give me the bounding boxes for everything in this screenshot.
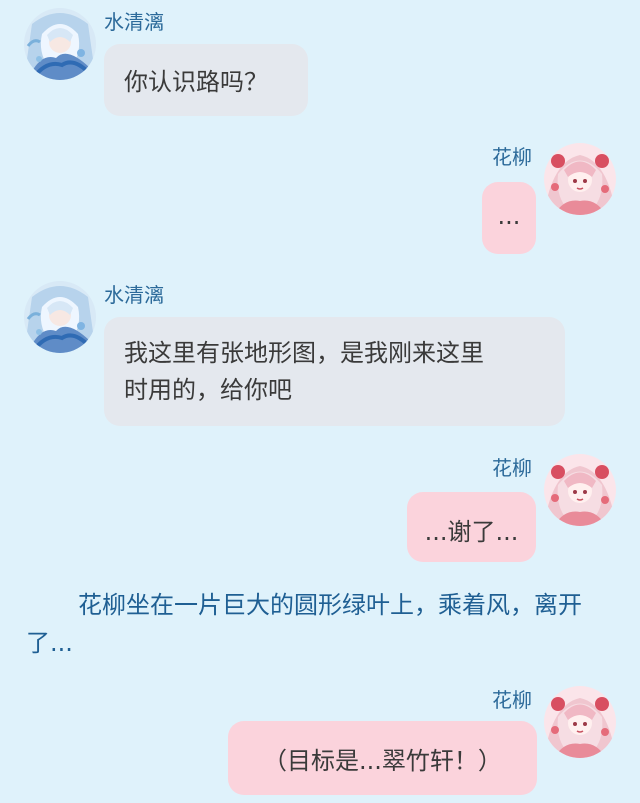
right-speaker-name: 花柳 <box>492 145 532 169</box>
left-speaker-name: 水清漓 <box>104 283 164 307</box>
message-bubble-right: ... <box>482 182 536 254</box>
right-speaker-name: 花柳 <box>492 456 532 480</box>
right-speaker-name: 花柳 <box>492 688 532 712</box>
message-text: （目标是...翠竹轩！） <box>263 747 502 775</box>
message-text-line-1: 我这里有张地形图，是我刚来这里 <box>124 339 484 367</box>
message-bubble-right: （目标是...翠竹轩！） <box>228 721 537 795</box>
message-text-line-2: 时用的，给你吧 <box>124 376 292 404</box>
character-avatar-blue-icon <box>24 281 96 353</box>
character-avatar-pink-icon <box>544 143 616 215</box>
left-speaker-name: 水清漓 <box>104 10 164 34</box>
message-bubble-left: 我这里有张地形图，是我刚来这里 时用的，给你吧 <box>104 317 565 426</box>
character-avatar-blue-icon <box>24 8 96 80</box>
message-text: ... <box>497 202 521 230</box>
character-avatar-pink-icon <box>544 686 616 758</box>
message-text: 你认识路吗？ <box>124 68 268 96</box>
narration-text: 花柳坐在一片巨大的圆形绿叶上，乘着风，离开了... <box>26 591 582 657</box>
character-avatar-pink-icon <box>544 454 616 526</box>
message-bubble-right: ...谢了... <box>407 492 536 562</box>
message-text: ...谢了... <box>424 518 519 546</box>
message-bubble-left: 你认识路吗？ <box>104 44 308 116</box>
